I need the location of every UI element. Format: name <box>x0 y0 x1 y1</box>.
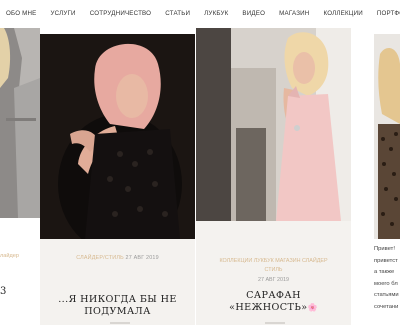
right-excerpt-line: приветст <box>374 257 398 264</box>
card2-image <box>196 28 351 221</box>
right-excerpt-line: Привет! <box>374 246 395 252</box>
right-card-image <box>374 34 400 239</box>
card1-date: 27 АВГ 2019 <box>125 255 159 261</box>
card2-title-line2: «НЕЖНОСТЬ» <box>229 302 308 313</box>
card1-category[interactable]: СЛАЙДЕР/СТИЛЬ <box>76 255 124 261</box>
nav-item-portfolio[interactable]: ПОРТФОЛИО <box>370 0 400 28</box>
card2-categories-line1[interactable]: КОЛЛЕКЦИИ ЛУКБУК МАГАЗИН СЛАЙДЕР <box>196 257 351 266</box>
left-card-category[interactable]: лайдер <box>0 253 19 259</box>
nav-item-about[interactable]: ОБО МНЕ <box>0 0 44 28</box>
nav-item-shop[interactable]: МАГАЗИН <box>272 0 316 28</box>
right-card-photo[interactable] <box>374 34 400 239</box>
right-card-excerpt: Привет! приветст а также моего бл статья… <box>374 244 400 313</box>
nav-item-collections[interactable]: КОЛЛЕКЦИИ <box>316 0 369 28</box>
card1-meta: СЛАЙДЕР/СТИЛЬ 27 АВГ 2019 <box>40 255 195 261</box>
left-card-image <box>0 28 40 218</box>
card2-body: КОЛЛЕКЦИИ ЛУКБУК МАГАЗИН СЛАЙДЕР СТИЛЬ 2… <box>196 221 351 325</box>
top-navigation: ОБО МНЕ УСЛУГИ СОТРУДНИЧЕСТВО СТАТЬИ ЛУК… <box>0 0 400 28</box>
card2-title-line1[interactable]: САРАФАН <box>196 290 351 302</box>
card1-title-line1[interactable]: ...Я НИКОГДА БЫ НЕ <box>40 294 195 306</box>
left-card-title-fragment[interactable]: 3 <box>0 286 6 297</box>
card2-divider <box>265 322 285 324</box>
card2-categories-line2[interactable]: СТИЛЬ <box>196 266 351 275</box>
nav-item-cooperation[interactable]: СОТРУДНИЧЕСТВО <box>83 0 159 28</box>
nav-item-lookbook[interactable]: ЛУКБУК <box>197 0 235 28</box>
nav-item-video[interactable]: ВИДЕО <box>235 0 272 28</box>
flower-emoji-icon: 🌸 <box>307 303 318 312</box>
nav-item-services[interactable]: УСЛУГИ <box>44 0 83 28</box>
card2-photo[interactable] <box>196 28 351 221</box>
right-excerpt-line: сочетани <box>374 303 399 310</box>
card2-date: 27 АВГ 2019 <box>257 277 290 283</box>
nav-item-articles[interactable]: СТАТЬИ <box>158 0 197 28</box>
left-card-photo[interactable] <box>0 28 40 218</box>
card1-title-line2[interactable]: ПОДУМАЛА <box>40 306 195 318</box>
card1-divider <box>110 322 130 324</box>
card1-body: СЛАЙДЕР/СТИЛЬ 27 АВГ 2019 ...Я НИКОГДА Б… <box>40 239 195 325</box>
card1-photo[interactable] <box>40 34 195 239</box>
card1-image <box>40 34 195 239</box>
right-excerpt-line: а также <box>374 269 395 275</box>
card2-title-line2-row[interactable]: «НЕЖНОСТЬ»🌸 <box>196 302 351 314</box>
right-excerpt-line: статьями <box>374 292 399 298</box>
right-excerpt-line: моего бл <box>374 280 398 287</box>
